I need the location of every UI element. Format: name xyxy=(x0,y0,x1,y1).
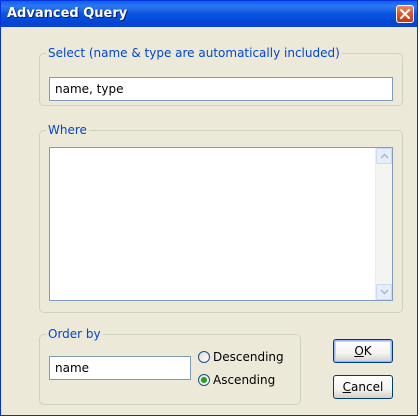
advanced-query-dialog: Advanced Query Select (name & type are a… xyxy=(0,0,418,416)
cancel-label-rest: ancel xyxy=(351,380,384,394)
order-by-input[interactable] xyxy=(49,356,191,380)
ok-button[interactable]: OK xyxy=(333,339,393,363)
scroll-up-button[interactable] xyxy=(376,148,392,164)
descending-radio-label: Descending xyxy=(213,350,284,364)
close-button[interactable] xyxy=(396,5,414,23)
scroll-down-button[interactable] xyxy=(376,284,392,300)
select-group-legend: Select (name & type are automatically in… xyxy=(48,46,340,60)
window-title: Advanced Query xyxy=(7,6,128,21)
where-textarea[interactable] xyxy=(49,147,393,301)
close-x-icon xyxy=(400,9,410,19)
select-input[interactable] xyxy=(49,77,393,101)
ascending-radio-label: Ascending xyxy=(213,373,276,387)
ascending-radio-circle xyxy=(198,374,210,386)
title-bar[interactable]: Advanced Query xyxy=(1,1,417,27)
cancel-button[interactable]: Cancel xyxy=(333,375,393,399)
scroll-down-arrow-icon xyxy=(380,289,389,295)
cancel-mnemonic: C xyxy=(342,380,352,394)
ascending-radio[interactable]: Ascending xyxy=(198,373,275,387)
scroll-up-arrow-icon xyxy=(380,153,389,159)
ok-mnemonic: O xyxy=(354,344,364,358)
descending-radio[interactable]: Descending xyxy=(198,350,284,364)
where-group-legend: Where xyxy=(48,123,87,137)
order-by-legend: Order by xyxy=(48,327,101,341)
where-scrollbar[interactable] xyxy=(375,148,392,300)
ok-label-rest: K xyxy=(363,344,372,358)
descending-radio-circle xyxy=(198,351,210,363)
